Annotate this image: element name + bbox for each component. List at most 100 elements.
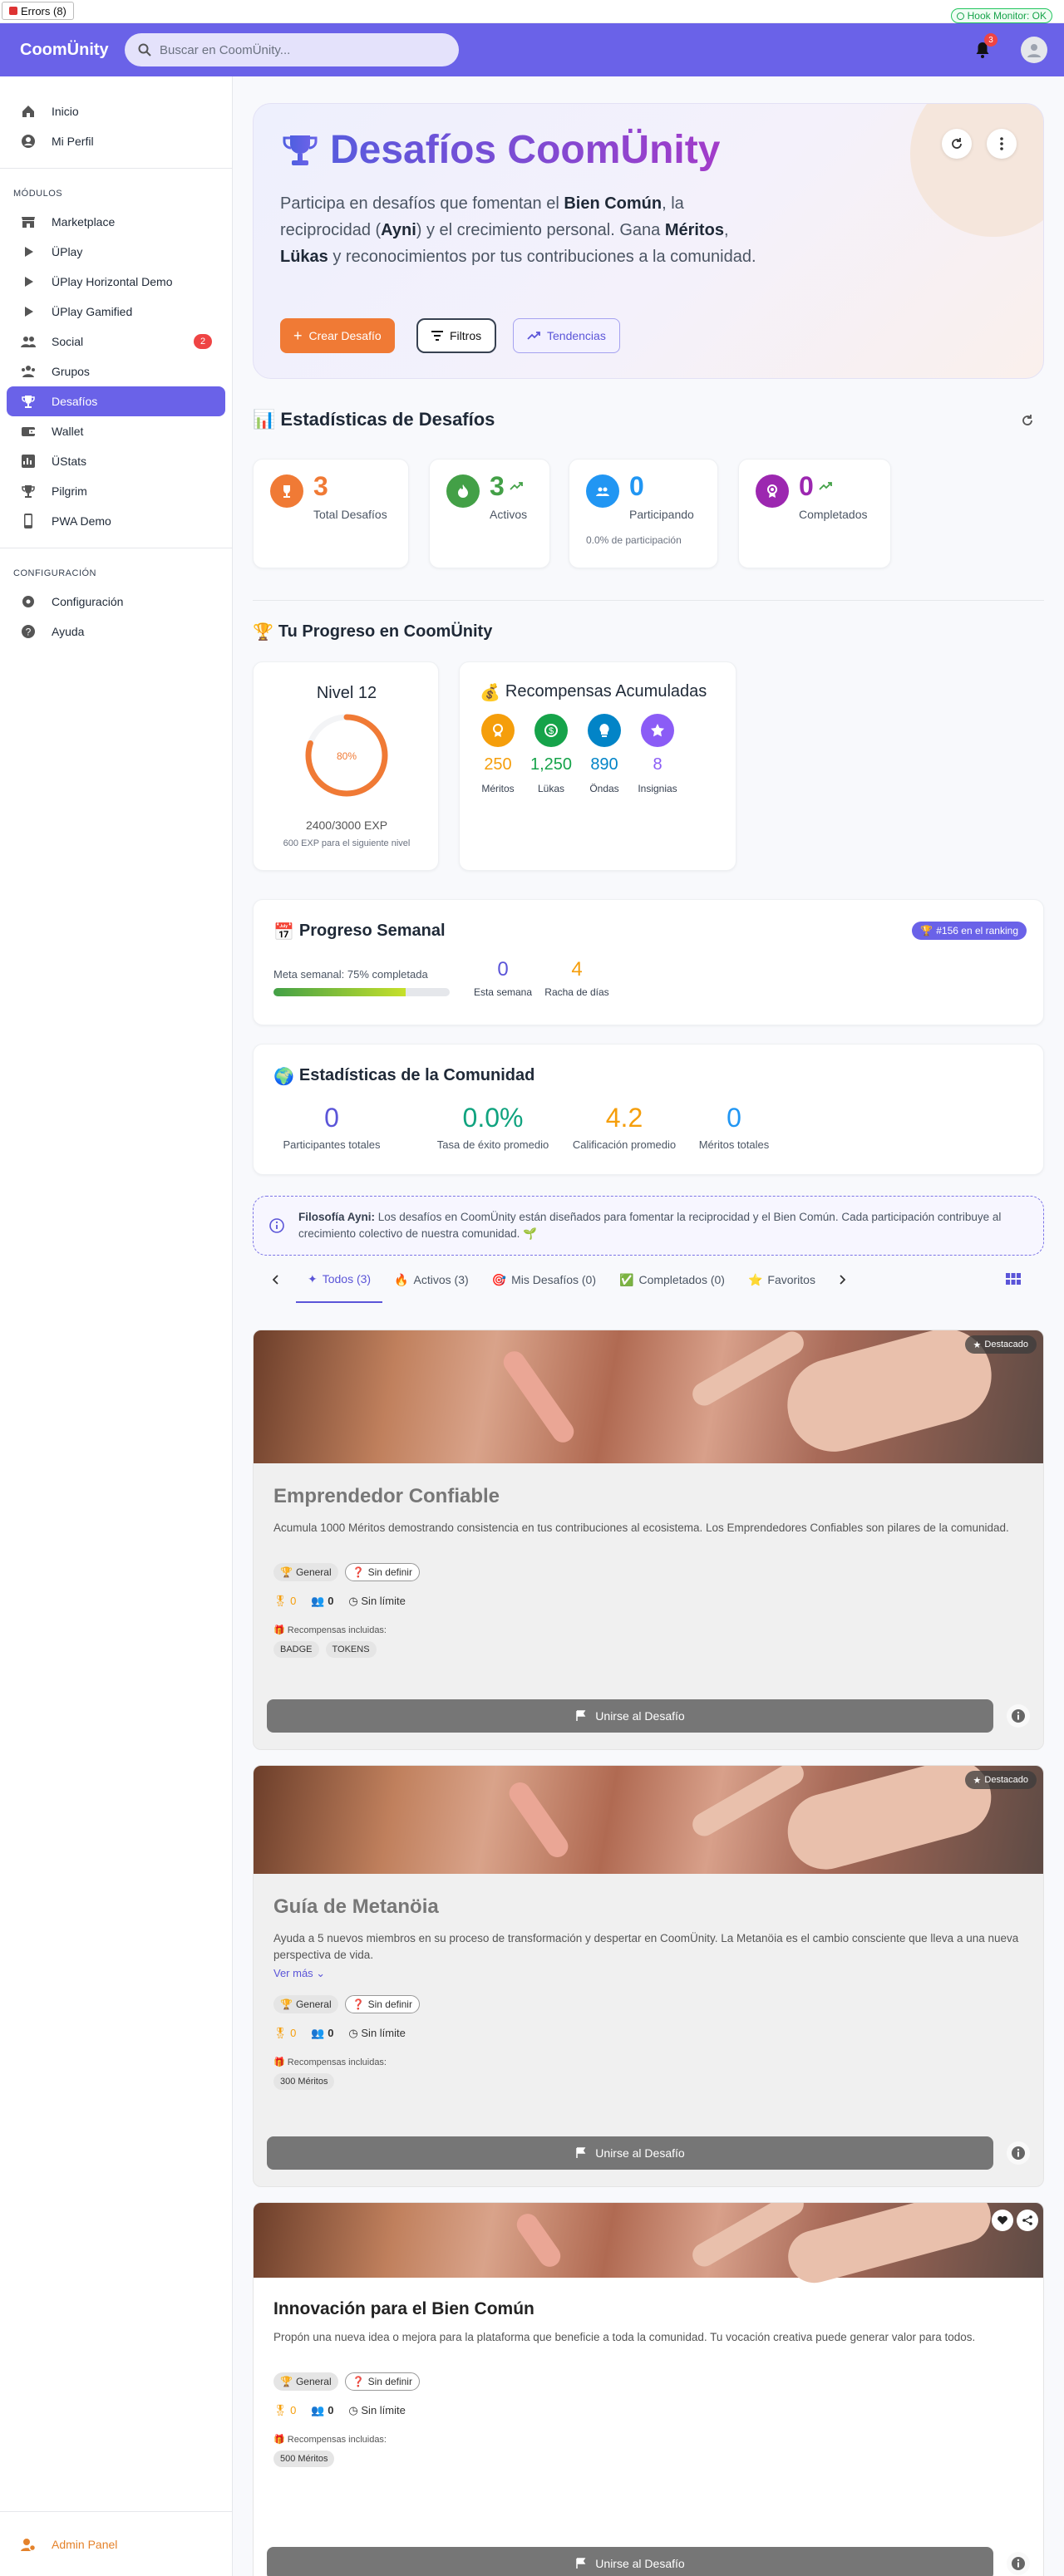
clock-icon: ◷ bbox=[348, 2027, 358, 2039]
people-icon: 👥 bbox=[311, 1595, 325, 1607]
flag-icon bbox=[576, 1710, 586, 1721]
time-meta: ◷ Sin límite bbox=[348, 2404, 406, 2416]
challenge-card[interactable]: ★ Destacado Emprendedor Confiable Acumula 1… bbox=[253, 1330, 1044, 1750]
sidebar-item-ayuda[interactable]: ? Ayuda bbox=[0, 617, 232, 646]
participants-meta: 👥 0 bbox=[311, 1595, 334, 1607]
info-icon bbox=[1012, 2557, 1025, 2570]
sidebar-item-grupos[interactable]: Grupos bbox=[0, 356, 232, 386]
challenge-card[interactable]: Innovación para el Bien Común Propón una … bbox=[253, 2202, 1044, 2576]
grid-view-icon bbox=[1006, 1273, 1021, 1285]
trophy-icon: 🏆 bbox=[280, 1566, 293, 1578]
search-input[interactable]: Buscar en CoomÜnity... bbox=[125, 33, 459, 66]
trends-button[interactable]: Tendencias bbox=[513, 318, 620, 353]
community-stat: 4.2 Calificación promedio bbox=[571, 1103, 677, 1151]
weekly-heading-text: Progreso Semanal bbox=[298, 922, 446, 940]
sidebar-divider bbox=[0, 168, 232, 169]
community-stats-card: 🌍 Estadísticas de la Comunidad 0 Participa… bbox=[253, 1044, 1044, 1175]
admin-panel-link[interactable]: Admin Panel bbox=[0, 2511, 232, 2576]
this-week-value: 0 bbox=[497, 958, 509, 981]
sidebar-item-label: Ayuda bbox=[52, 625, 85, 638]
community-stat-label: Tasa de éxito promedio bbox=[436, 1138, 549, 1151]
sidebar-item-üplay-horizontal-demo[interactable]: ÜPlay Horizontal Demo bbox=[0, 267, 232, 297]
filters-label: Filtros bbox=[450, 329, 482, 342]
brand-logo[interactable]: CoomÜnity bbox=[20, 41, 125, 60]
challenge-card[interactable]: ★ Destacado Guía de Metanöia Ayuda a 5 nuev… bbox=[253, 1765, 1044, 2187]
info-button[interactable] bbox=[1007, 2552, 1030, 2575]
sidebar-item-configuración[interactable]: Configuración bbox=[0, 587, 232, 617]
dollar-icon: $ bbox=[534, 714, 568, 747]
sidebar-item-pwa-demo[interactable]: PWA Demo bbox=[0, 506, 232, 536]
this-week-label: Esta semana bbox=[473, 986, 533, 998]
share-button[interactable] bbox=[1017, 2210, 1038, 2231]
trends-label: Tendencias bbox=[547, 329, 606, 342]
sidebar-item-üplay-gamified[interactable]: ÜPlay Gamified bbox=[0, 297, 232, 327]
merits-meta: 🎖 0 bbox=[273, 2027, 297, 2039]
join-challenge-button[interactable]: Unirse al Desafío bbox=[267, 2136, 993, 2170]
community-stat-value: 0 bbox=[727, 1103, 741, 1133]
sidebar-item-üplay[interactable]: ÜPlay bbox=[0, 237, 232, 267]
community-stat-label: Méritos totales bbox=[698, 1138, 770, 1151]
info-icon bbox=[1012, 2146, 1025, 2160]
tab-label: Completados (0) bbox=[638, 1273, 725, 1286]
join-label: Unirse al Desafío bbox=[595, 2146, 685, 2160]
refresh-button[interactable] bbox=[942, 129, 972, 159]
create-challenge-button[interactable]: + Crear Desafío bbox=[280, 318, 395, 353]
join-challenge-button[interactable]: Unirse al Desafío bbox=[267, 2547, 993, 2576]
tab-favoritos[interactable]: ⭐ Favoritos bbox=[736, 1256, 827, 1303]
sidebar-item-üstats[interactable]: ÜStats bbox=[0, 446, 232, 476]
avatar[interactable] bbox=[1021, 37, 1047, 63]
sidebar-item-marketplace[interactable]: Marketplace bbox=[0, 207, 232, 237]
sidebar-item-pilgrim[interactable]: Pilgrim bbox=[0, 476, 232, 506]
reward-item: 890 Öndas bbox=[579, 714, 629, 794]
sidebar-item-social[interactable]: Social 2 bbox=[0, 327, 232, 356]
more-vert-icon bbox=[1000, 137, 1003, 150]
info-button[interactable] bbox=[1007, 2141, 1030, 2165]
reward-value: 890 bbox=[590, 755, 618, 774]
reward-chips: 500 Méritos bbox=[273, 2451, 341, 2467]
chevron-left-icon bbox=[273, 1275, 278, 1285]
tabs-scroll-right[interactable] bbox=[827, 1256, 857, 1303]
stats-icon bbox=[22, 455, 35, 468]
more-options-button[interactable] bbox=[987, 129, 1017, 159]
participants-meta: 👥 0 bbox=[311, 2027, 334, 2039]
community-stat-label: Calificación promedio bbox=[572, 1138, 677, 1151]
challenge-image bbox=[254, 1766, 1043, 1878]
tab-completados[interactable]: ✅ Completados (0) bbox=[608, 1256, 736, 1303]
stats-refresh-button[interactable] bbox=[1021, 414, 1034, 430]
errors-button[interactable]: Errors (8) bbox=[2, 2, 74, 20]
sidebar-item-mi-perfil[interactable]: Mi Perfil bbox=[0, 126, 232, 156]
tab-todos[interactable]: ✦ Todos (3) bbox=[296, 1256, 383, 1303]
star-icon bbox=[641, 714, 674, 747]
info-button[interactable] bbox=[1007, 1704, 1030, 1728]
tab-label: Favoritos bbox=[767, 1273, 815, 1286]
progress-heading-text: Tu Progreso en CoomÜnity bbox=[278, 622, 493, 641]
admin-icon bbox=[21, 2538, 37, 2551]
sidebar-item-desafíos[interactable]: Desafíos bbox=[7, 386, 225, 416]
favorite-button[interactable] bbox=[992, 2210, 1013, 2231]
sidebar-count-badge: 2 bbox=[194, 334, 212, 349]
refresh-icon bbox=[1022, 415, 1032, 425]
reward-label: Öndas bbox=[589, 783, 619, 794]
tab-icon: ⭐ bbox=[747, 1272, 763, 1286]
reward-chips: BADGE TOKENS bbox=[273, 1641, 383, 1658]
tab-mis-desafíos[interactable]: 🎯 Mis Desafíos (0) bbox=[480, 1256, 608, 1303]
filters-button[interactable]: Filtros bbox=[416, 318, 497, 353]
sidebar-item-inicio[interactable]: Inicio bbox=[0, 96, 232, 126]
tabs-scroll-left[interactable] bbox=[253, 1256, 296, 1303]
see-more-link[interactable]: Ver más ⌄ bbox=[273, 1967, 325, 1980]
level-label: Nivel 12 bbox=[316, 684, 377, 702]
philosophy-text: Filosofía Ayni: Los desafíos en CoomÜnit… bbox=[298, 1211, 1002, 1240]
challenge-description: Propón una nueva idea o mejora para la p… bbox=[273, 2331, 976, 2343]
tab-label: Mis Desafíos (0) bbox=[511, 1273, 597, 1286]
community-stat-value: 0 bbox=[324, 1103, 339, 1133]
sidebar-item-wallet[interactable]: Wallet bbox=[0, 416, 232, 446]
error-icon bbox=[9, 7, 17, 15]
join-challenge-button[interactable]: Unirse al Desafío bbox=[267, 1699, 993, 1733]
stat-value: 0 bbox=[799, 471, 814, 501]
weekly-progress-bar bbox=[273, 988, 450, 996]
tab-activos[interactable]: 🔥 Activos (3) bbox=[382, 1256, 480, 1303]
grid-view-button[interactable] bbox=[1006, 1273, 1021, 1287]
wallet-icon bbox=[22, 427, 35, 436]
notifications-button[interactable]: 3 bbox=[971, 33, 998, 61]
reward-item: 8 Insignias bbox=[633, 714, 682, 794]
